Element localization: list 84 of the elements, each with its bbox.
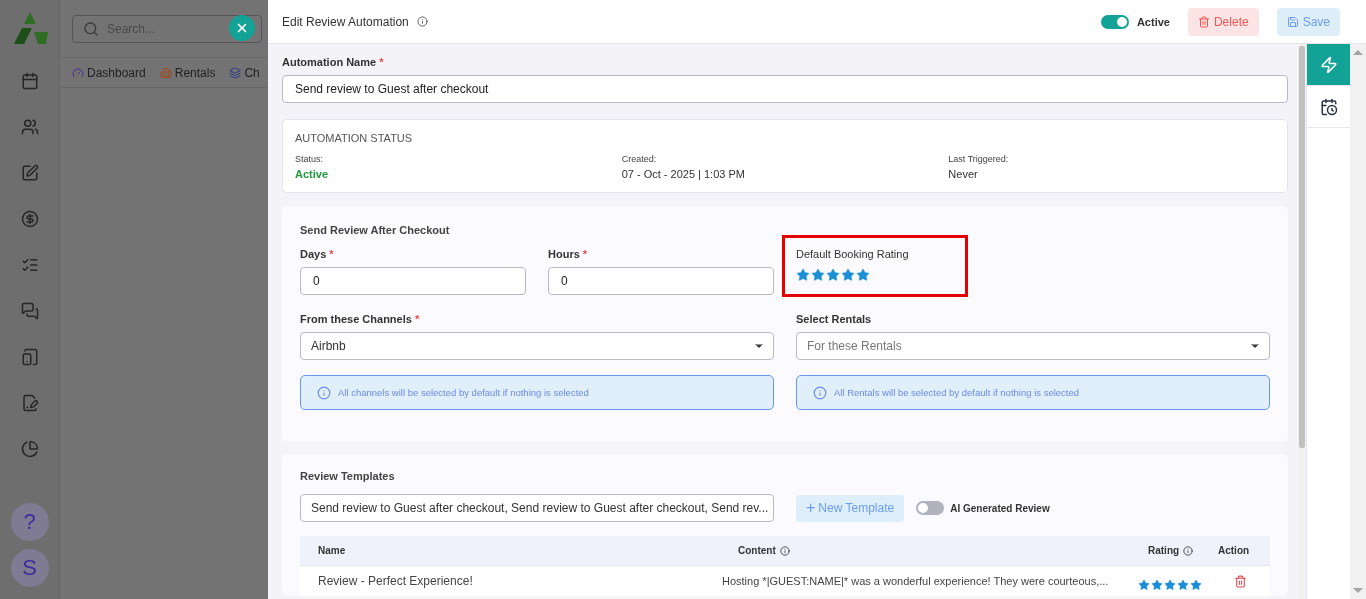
note-text: All channels will be selected by default if nothing is selected: [338, 387, 589, 398]
star-icon: [1177, 579, 1189, 591]
field-label: Select Rentals: [796, 313, 873, 325]
status-label: Last Triggered:: [948, 154, 1010, 164]
star-icon: [1190, 579, 1202, 591]
card-title: AUTOMATION STATUS: [295, 132, 414, 144]
status-label: Status:: [295, 154, 324, 164]
info-icon: [1183, 545, 1194, 556]
lightning-icon: [1319, 55, 1338, 74]
trash-icon: [1234, 574, 1247, 588]
field-label: Automation Name *: [282, 56, 385, 68]
calendar-icon[interactable]: [20, 72, 39, 90]
scrollbar-thumb[interactable]: [1299, 46, 1305, 448]
star-icon: [811, 268, 825, 282]
new-template-button[interactable]: + New Template: [796, 494, 905, 522]
nav-tab[interactable]: Dashboard: [72, 65, 146, 80]
column-header: Content: [738, 545, 776, 556]
star-icon: [1151, 579, 1163, 591]
calendar-clock-icon: [1319, 97, 1338, 116]
scroll-up-icon[interactable]: [1353, 50, 1363, 55]
status-value: Active: [295, 168, 330, 180]
edit-icon[interactable]: [20, 164, 39, 182]
ai-toggle[interactable]: [916, 501, 945, 515]
help-button[interactable]: ?: [10, 503, 49, 541]
star-icon: [856, 268, 870, 282]
users-icon[interactable]: [20, 118, 39, 136]
close-icon: [235, 21, 249, 35]
star-icon: [826, 268, 840, 282]
star-icon: [1138, 579, 1150, 591]
active-toggle[interactable]: [1100, 14, 1129, 29]
star-icon: [796, 268, 810, 282]
table-cell-text: Hosting *|GUEST:NAME|* was a wonderful experience! They were courteous,...: [721, 575, 1110, 587]
trash-icon: [1197, 15, 1210, 28]
template-select[interactable]: Send review to Guest after checkout, Send review to Guest after checkout, Send rev...: [300, 494, 774, 522]
field-label: Days *: [300, 248, 335, 260]
gauge-icon: [72, 66, 84, 79]
layers-icon: [229, 66, 242, 79]
field-label: From these Channels *: [300, 313, 421, 325]
document-pen-icon[interactable]: [20, 394, 39, 412]
days-field[interactable]: 0: [300, 267, 526, 295]
rentals-select[interactable]: For these Rentals: [796, 332, 1270, 360]
nav-tab[interactable]: Rentals: [159, 65, 216, 80]
required-mark: *: [329, 248, 334, 260]
save-button[interactable]: Save: [1276, 7, 1340, 36]
column-header: Action: [1218, 545, 1250, 556]
channel-select[interactable]: Airbnb: [300, 332, 774, 360]
close-button[interactable]: [229, 15, 255, 41]
checklist-icon[interactable]: [20, 256, 39, 274]
scroll-down-icon[interactable]: [1353, 588, 1363, 593]
required-mark: *: [379, 56, 384, 68]
star-icon: [1164, 579, 1176, 591]
note-text: All Rentals will be selected by default if nothing is selected: [834, 387, 1080, 398]
delete-button[interactable]: [1234, 574, 1247, 588]
table-cell-text: Review - Perfect Experience!: [317, 574, 474, 588]
automation-name-field[interactable]: Send review to Guest after checkout: [282, 75, 1288, 103]
status-label: Created:: [621, 154, 658, 164]
field-label: Hours *: [548, 248, 589, 260]
card-title: Send Review After Checkout: [300, 224, 451, 236]
star-icon: [841, 268, 855, 282]
status-value: Never: [948, 168, 979, 180]
toggle-label: AI Generated Review: [950, 502, 1050, 514]
tablet-icon[interactable]: [20, 348, 39, 366]
field-label: Default Booking Rating: [796, 248, 910, 260]
delete-button[interactable]: Delete: [1187, 7, 1259, 36]
drawer-title: Edit Review Automation: [282, 14, 409, 29]
info-icon: [416, 16, 428, 27]
info-icon: [779, 545, 790, 556]
dollar-icon[interactable]: [20, 210, 39, 228]
required-mark: *: [582, 248, 588, 260]
info-icon: [813, 385, 827, 400]
status-value: 07 - Oct - 2025 | 1:03 PM: [621, 168, 746, 180]
hours-field[interactable]: 0: [548, 267, 774, 295]
card-title: Review Templates: [300, 470, 396, 482]
chat-icon[interactable]: [20, 302, 39, 320]
column-header: Rating: [1148, 545, 1180, 556]
user-avatar[interactable]: S: [10, 549, 49, 587]
column-header: Name: [318, 545, 346, 556]
toggle-label: Active: [1136, 15, 1170, 28]
building-icon: [159, 66, 172, 79]
info-icon: [317, 385, 331, 400]
search-icon: [83, 20, 99, 37]
nav-tab[interactable]: Ch: [229, 65, 260, 80]
pie-chart-icon[interactable]: [20, 440, 39, 458]
required-mark: *: [414, 313, 420, 325]
